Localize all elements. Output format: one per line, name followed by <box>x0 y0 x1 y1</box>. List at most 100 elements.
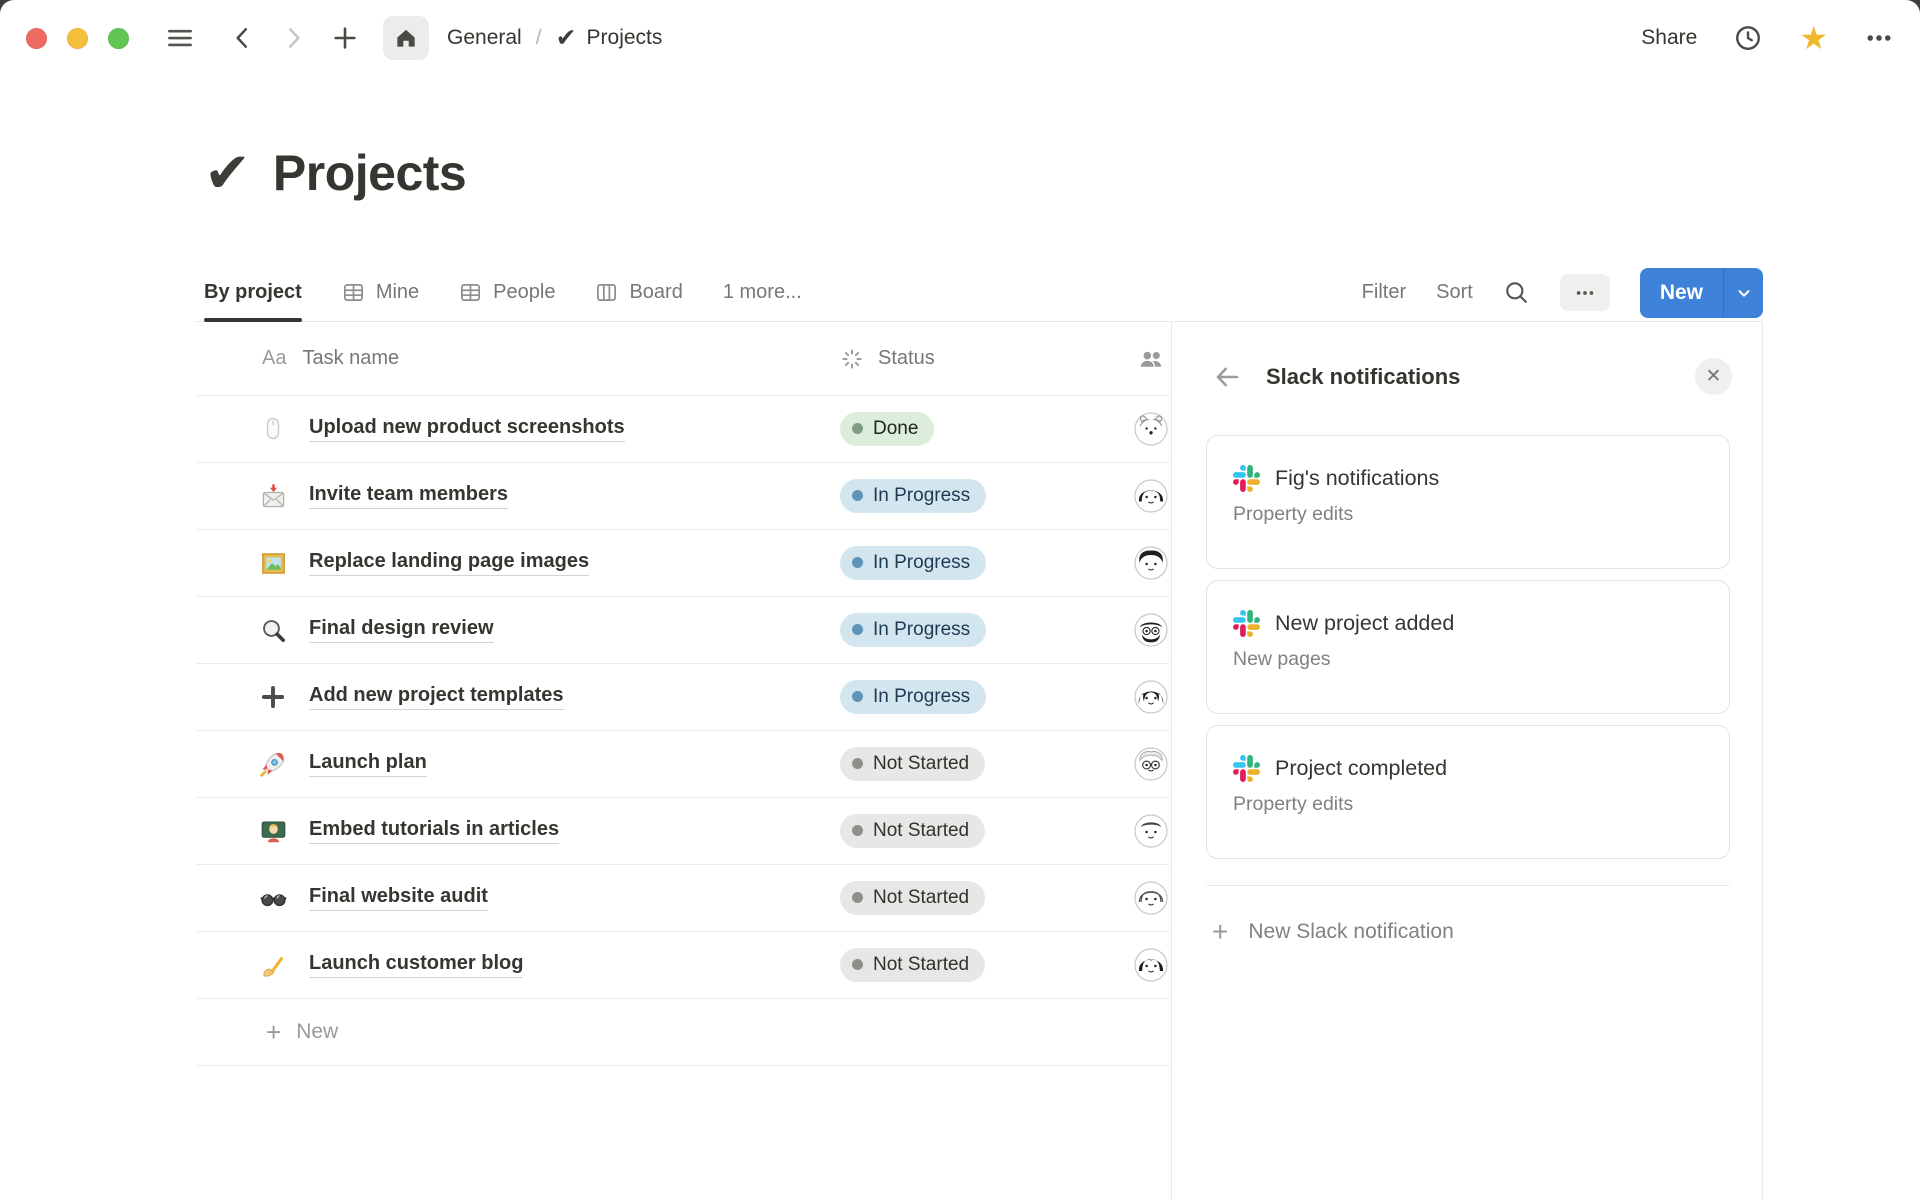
table-row[interactable]: Add new project templates In Progress <box>196 664 1169 731</box>
assignee-cell[interactable] <box>1132 546 1169 580</box>
panel-close-icon[interactable]: ✕ <box>1695 358 1732 395</box>
new-task-row[interactable]: + New <box>196 999 1169 1066</box>
table-row[interactable]: Launch customer blog Not Started <box>196 932 1169 999</box>
task-page-link[interactable]: Invite team members <box>309 483 508 509</box>
view-options-icon[interactable] <box>1560 274 1610 311</box>
task-page-link[interactable]: Launch customer blog <box>309 952 523 978</box>
status-cell[interactable]: In Progress <box>840 613 1132 648</box>
breadcrumb-page[interactable]: Projects <box>587 26 663 50</box>
new-entry-label[interactable]: New <box>1640 268 1723 318</box>
table-row[interactable]: Invite team members In Progress <box>196 463 1169 530</box>
sidebar-menu-icon[interactable] <box>165 23 195 53</box>
filter-button[interactable]: Filter <box>1362 281 1406 304</box>
task-page-link[interactable]: Add new project templates <box>309 684 564 710</box>
status-cell[interactable]: In Progress <box>840 680 1132 715</box>
status-dot <box>852 624 863 635</box>
new-tab-icon[interactable] <box>331 24 359 52</box>
zoom-window-button[interactable] <box>108 28 129 49</box>
assignee-cell[interactable] <box>1132 881 1169 915</box>
table-row[interactable]: Embed tutorials in articles Not Started <box>196 798 1169 865</box>
table-row[interactable]: Replace landing page images In Progress <box>196 530 1169 597</box>
task-page-link[interactable]: Replace landing page images <box>309 550 589 576</box>
assignee-cell[interactable] <box>1132 814 1169 848</box>
task-name-cell[interactable]: Invite team members <box>196 481 840 511</box>
status-label: In Progress <box>873 686 970 709</box>
view-tab-mine[interactable]: Mine <box>342 264 419 321</box>
status-cell[interactable]: Not Started <box>840 948 1132 983</box>
table-row[interactable]: Launch plan Not Started <box>196 731 1169 798</box>
panel-back-icon[interactable] <box>1212 362 1242 392</box>
close-window-button[interactable] <box>26 28 47 49</box>
status-cell[interactable]: In Progress <box>840 479 1132 514</box>
person-column-header[interactable] <box>1132 346 1169 372</box>
mouse-icon <box>258 414 288 444</box>
forward-icon[interactable] <box>281 25 307 51</box>
glasses-icon <box>258 883 288 913</box>
assignee-cell[interactable] <box>1132 613 1169 647</box>
view-tab-board[interactable]: Board <box>595 264 682 321</box>
view-tab-by-project[interactable]: By project <box>204 264 302 321</box>
slack-notification-card[interactable]: Fig's notificationsProperty edits <box>1206 435 1730 569</box>
status-badge: Done <box>840 412 934 447</box>
favorite-star-icon[interactable]: ★ <box>1799 22 1828 54</box>
table-row[interactable]: Upload new product screenshots Done <box>196 396 1169 463</box>
status-column-header[interactable]: Status <box>840 347 1132 371</box>
status-badge: In Progress <box>840 680 986 715</box>
assignee-cell[interactable] <box>1132 948 1169 982</box>
task-page-link[interactable]: Launch plan <box>309 751 427 777</box>
task-name-cell[interactable]: Upload new product screenshots <box>196 414 840 444</box>
task-page-link[interactable]: Final website audit <box>309 885 488 911</box>
task-page-link[interactable]: Embed tutorials in articles <box>309 818 559 844</box>
status-cell[interactable]: Not Started <box>840 881 1132 916</box>
avatar <box>1134 747 1168 781</box>
back-icon[interactable] <box>229 25 255 51</box>
view-tab-label: Board <box>629 281 682 304</box>
task-name-cell[interactable]: Final website audit <box>196 883 840 913</box>
avatar <box>1134 948 1168 982</box>
breadcrumb-root[interactable]: General <box>447 26 522 50</box>
new-slack-notification-button[interactable]: + New Slack notification <box>1212 910 1730 954</box>
new-entry-dropdown-icon[interactable] <box>1723 268 1763 318</box>
window-controls <box>26 28 129 49</box>
task-name-cell[interactable]: Replace landing page images <box>196 548 840 578</box>
task-page-link[interactable]: Upload new product screenshots <box>309 416 625 442</box>
table-row[interactable]: Final website audit Not Started <box>196 865 1169 932</box>
assignee-cell[interactable] <box>1132 412 1169 446</box>
magnifier-icon <box>258 615 288 645</box>
slack-notification-card[interactable]: New project addedNew pages <box>1206 580 1730 714</box>
more-options-icon[interactable] <box>1864 23 1894 53</box>
status-cell[interactable]: Not Started <box>840 814 1132 849</box>
assignee-cell[interactable] <box>1132 680 1169 714</box>
slack-notification-card[interactable]: Project completedProperty edits <box>1206 725 1730 859</box>
assignee-cell[interactable] <box>1132 747 1169 781</box>
status-cell[interactable]: Not Started <box>840 747 1132 782</box>
avatar <box>1134 814 1168 848</box>
view-tab-label: People <box>493 281 555 304</box>
task-page-link[interactable]: Final design review <box>309 617 494 643</box>
task-name-cell[interactable]: Launch plan <box>196 749 840 779</box>
task-name-cell[interactable]: Final design review <box>196 615 840 645</box>
status-cell[interactable]: In Progress <box>840 546 1132 581</box>
task-name-cell[interactable]: Add new project templates <box>196 682 840 712</box>
view-tab-people[interactable]: People <box>459 264 555 321</box>
task-name-cell[interactable]: Launch customer blog <box>196 950 840 980</box>
share-button[interactable]: Share <box>1641 26 1697 50</box>
page-title[interactable]: ✔ Projects <box>204 148 466 198</box>
task-name-cell[interactable]: Embed tutorials in articles <box>196 816 840 846</box>
new-entry-button[interactable]: New <box>1640 268 1763 318</box>
table-row[interactable]: Final design review In Progress <box>196 597 1169 664</box>
updates-clock-icon[interactable] <box>1733 23 1763 53</box>
search-icon[interactable] <box>1503 279 1530 306</box>
task-name-column-header[interactable]: Aa Task name <box>196 347 840 370</box>
minimize-window-button[interactable] <box>67 28 88 49</box>
status-cell[interactable]: Done <box>840 412 1132 447</box>
page-title-text: Projects <box>273 148 466 198</box>
more-views-tab[interactable]: 1 more... <box>723 281 802 304</box>
status-dot <box>852 490 863 501</box>
assignee-cell[interactable] <box>1132 479 1169 513</box>
table-view-icon <box>459 281 482 304</box>
sort-button[interactable]: Sort <box>1436 281 1473 304</box>
status-badge: In Progress <box>840 546 986 581</box>
avatar <box>1134 613 1168 647</box>
home-icon[interactable] <box>383 16 429 60</box>
